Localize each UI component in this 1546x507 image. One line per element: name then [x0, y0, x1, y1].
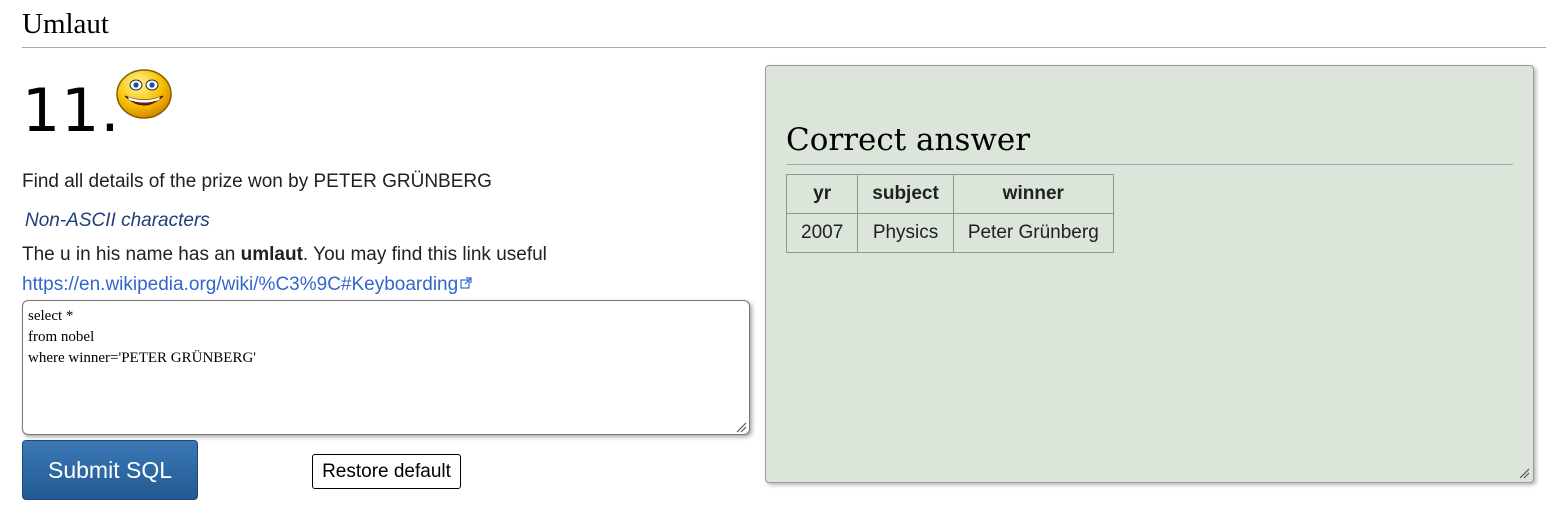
cell-yr: 2007: [785, 213, 859, 253]
answer-heading: Correct answer: [786, 122, 1031, 158]
smiley-face-icon: [116, 69, 172, 119]
question-text: Find all details of the prize won by PET…: [22, 171, 492, 192]
panel-resize-grip-icon[interactable]: [1518, 467, 1530, 479]
submit-sql-button[interactable]: Submit SQL: [22, 440, 198, 500]
page-title: Umlaut: [22, 8, 109, 40]
link-text[interactable]: https://en.wikipedia.org/wiki/%C3%9C#Key…: [22, 274, 458, 295]
external-link-icon: [460, 277, 472, 289]
hint-prefix: The u in his name has an: [22, 244, 241, 265]
cell-winner: Peter Grünberg: [952, 213, 1114, 253]
resize-grip-icon[interactable]: [735, 421, 747, 433]
hint-text: The u in his name has an umlaut. You may…: [22, 244, 547, 266]
restore-default-button[interactable]: Restore default: [312, 454, 461, 489]
cell-subject: Physics: [857, 213, 954, 253]
result-table: yr subject winner 2007 Physics Peter Grü…: [785, 174, 1114, 253]
title-divider: [22, 47, 1546, 48]
sql-editor[interactable]: select * from nobel where winner='PETER …: [22, 300, 750, 435]
column-header-yr: yr: [785, 174, 859, 214]
table-row: 2007 Physics Peter Grünberg: [785, 213, 1114, 253]
hint-title[interactable]: Non-ASCII characters: [25, 210, 210, 232]
hint-bold: umlaut: [240, 244, 303, 265]
wikipedia-link[interactable]: https://en.wikipedia.org/wiki/%C3%9C#Key…: [22, 274, 472, 296]
column-header-subject: subject: [857, 174, 954, 214]
answer-divider: [786, 164, 1513, 165]
column-header-winner: winner: [952, 174, 1114, 214]
hint-suffix: . You may find this link useful: [302, 244, 547, 265]
question-number: 11.: [22, 76, 121, 146]
table-header-row: yr subject winner: [785, 174, 1114, 214]
answer-panel: Correct answer yr subject winner 2007 Ph…: [765, 65, 1534, 483]
